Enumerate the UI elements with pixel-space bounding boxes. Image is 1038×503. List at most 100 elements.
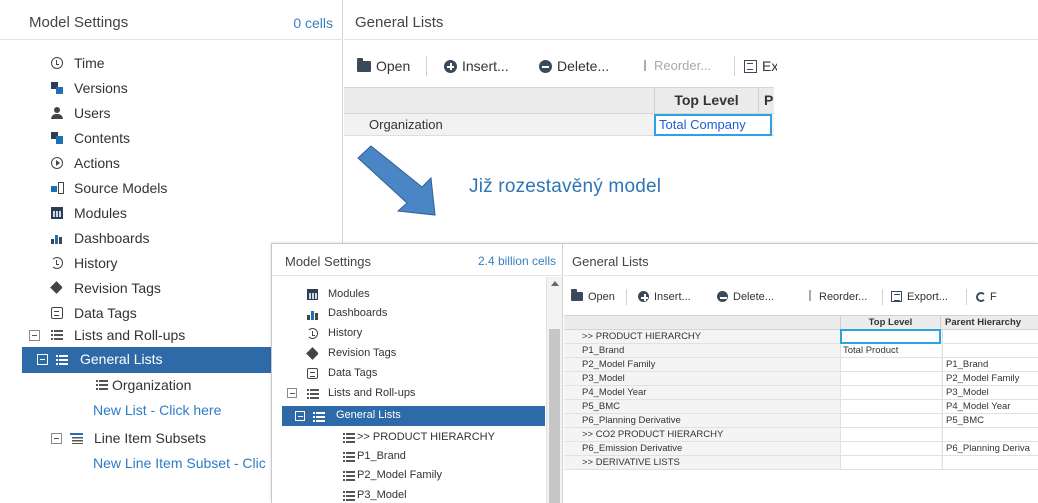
sidebar-item-label: P2_Model Family xyxy=(357,469,442,481)
sidebar-item-dashboards[interactable]: Dashboards xyxy=(272,303,545,323)
new-list-link[interactable]: New List - Click here xyxy=(0,398,270,423)
dashboards-icon xyxy=(51,232,63,244)
insert-button[interactable]: Insert... xyxy=(638,289,691,305)
sidebar-item-lists-and-rollups[interactable]: Lists and Roll-ups xyxy=(0,323,270,348)
row-label: >> CO2 PRODUCT HIERARCHY xyxy=(582,429,724,440)
sidebar-item-lists-and-rollups[interactable]: Lists and Roll-ups xyxy=(272,383,545,403)
top-level-cell[interactable] xyxy=(840,442,941,455)
collapse-icon[interactable] xyxy=(287,388,297,398)
row-label: P3_Model xyxy=(582,373,625,384)
sidebar-item-modules[interactable]: Modules xyxy=(272,284,545,304)
sidebar-scrollbar[interactable] xyxy=(546,277,562,503)
list-toolbar: Open Insert... Delete... Reorder... Ex xyxy=(357,56,777,78)
insert-button[interactable]: Insert... xyxy=(444,56,509,76)
table-row[interactable]: >> DERIVATIVE LISTS xyxy=(564,456,1038,470)
table-row[interactable]: P1_Brand Total Product xyxy=(564,344,1038,358)
sidebar-item-revision-tags[interactable]: Revision Tags xyxy=(272,343,545,363)
top-level-cell[interactable] xyxy=(840,358,941,371)
parent-hierarchy-cell[interactable]: P2_Model Family xyxy=(942,372,1038,385)
refresh-button[interactable]: F xyxy=(976,289,997,305)
sidebar-item-data-tags[interactable]: Data Tags xyxy=(272,363,545,383)
reorder-icon xyxy=(806,289,814,302)
sidebar-item-history[interactable]: History xyxy=(272,323,545,343)
sidebar-item-label: Source Models xyxy=(74,180,168,196)
top-level-cell[interactable] xyxy=(840,456,941,469)
parent-hierarchy-cell[interactable]: P1_Brand xyxy=(942,358,1038,371)
top-level-cell[interactable] xyxy=(840,428,941,441)
sidebar-item-label: Dashboards xyxy=(74,230,150,246)
sidebar-item-general-lists[interactable]: General Lists xyxy=(282,406,545,426)
top-level-cell[interactable] xyxy=(840,400,941,413)
toolbar-divider xyxy=(882,289,883,305)
sidebar-item-versions[interactable]: Versions xyxy=(0,76,343,101)
reorder-button[interactable]: Reorder... xyxy=(806,289,867,305)
refresh-label: F xyxy=(990,291,997,303)
new-line-item-subset-label: New Line Item Subset - Clic xyxy=(93,455,266,471)
top-level-cell[interactable]: Total Product xyxy=(840,344,941,357)
reorder-label: Reorder... xyxy=(654,58,712,73)
sidebar-item-p1-brand[interactable]: P1_Brand xyxy=(272,446,545,466)
table-row[interactable]: P4_Model Year P3_Model xyxy=(564,386,1038,400)
table-row[interactable]: P6_Emission Derivative P6_Planning Deriva xyxy=(564,442,1038,456)
user-icon xyxy=(51,107,63,119)
sidebar-item-contents[interactable]: Contents xyxy=(0,126,343,151)
table-row[interactable]: P5_BMC P4_Model Year xyxy=(564,400,1038,414)
top-level-cell[interactable] xyxy=(840,329,941,344)
history-icon xyxy=(51,257,63,269)
new-line-item-subset-link[interactable]: New Line Item Subset - Clic xyxy=(0,451,270,476)
export-button[interactable]: Export... xyxy=(891,289,948,305)
sidebar-item-users[interactable]: Users xyxy=(0,101,343,126)
sidebar-item-time[interactable]: Time xyxy=(0,51,343,76)
sidebar-item-history[interactable]: History xyxy=(0,251,270,276)
collapse-icon[interactable] xyxy=(37,354,48,365)
open-button[interactable]: Open xyxy=(357,56,410,76)
open-button[interactable]: Open xyxy=(571,289,615,305)
export-icon xyxy=(891,291,902,302)
parent-hierarchy-cell[interactable] xyxy=(942,344,1038,357)
table-row[interactable]: >> CO2 PRODUCT HIERARCHY xyxy=(564,428,1038,442)
parent-hierarchy-cell[interactable]: P5_BMC xyxy=(942,414,1038,427)
sidebar-item-line-item-subsets[interactable]: Line Item Subsets xyxy=(0,426,270,451)
table-row[interactable]: >> PRODUCT HIERARCHY xyxy=(564,329,1038,344)
collapse-icon[interactable] xyxy=(51,433,62,444)
callout-text: Již rozestavěný model xyxy=(469,176,662,197)
table-row[interactable]: P6_Planning Derivative P5_BMC xyxy=(564,414,1038,428)
sidebar-item-p2-model-family[interactable]: P2_Model Family xyxy=(272,465,545,485)
sidebar-title: Model Settings xyxy=(29,14,129,31)
sidebar-item-source-models[interactable]: Source Models xyxy=(0,176,343,201)
parent-hierarchy-cell[interactable] xyxy=(942,456,1038,469)
sidebar-item-actions[interactable]: Actions xyxy=(0,151,343,176)
parent-hierarchy-cell[interactable]: P3_Model xyxy=(942,386,1038,399)
export-label: Export... xyxy=(907,291,948,303)
export-button[interactable]: Ex xyxy=(744,56,777,76)
table-row[interactable]: P2_Model Family P1_Brand xyxy=(564,358,1038,372)
delete-button[interactable]: Delete... xyxy=(539,56,609,76)
scroll-up-icon[interactable] xyxy=(551,281,559,286)
page-title: General Lists xyxy=(355,14,444,31)
table-row[interactable]: P3_Model P2_Model Family xyxy=(564,372,1038,386)
parent-hierarchy-cell[interactable]: P4_Model Year xyxy=(942,400,1038,413)
collapse-icon[interactable] xyxy=(29,330,40,341)
collapse-icon[interactable] xyxy=(295,411,305,421)
parent-hierarchy-cell[interactable] xyxy=(942,428,1038,441)
sidebar-item-organization[interactable]: Organization xyxy=(0,373,270,398)
sidebar-item-dashboards[interactable]: Dashboards xyxy=(0,226,270,251)
delete-button[interactable]: Delete... xyxy=(717,289,774,305)
sidebar-item-product-hierarchy[interactable]: >> PRODUCT HIERARCHY xyxy=(272,427,545,447)
top-level-cell[interactable]: Total Company xyxy=(654,114,772,136)
tag-icon xyxy=(307,348,318,359)
list-icon xyxy=(343,451,355,462)
row-label: P1_Brand xyxy=(582,345,625,356)
sidebar-item-label: Line Item Subsets xyxy=(94,430,207,446)
sidebar-item-revision-tags[interactable]: Revision Tags xyxy=(0,276,270,301)
sidebar-item-modules[interactable]: Modules xyxy=(0,201,343,226)
top-level-cell[interactable] xyxy=(840,414,941,427)
reorder-button[interactable]: Reorder... xyxy=(641,56,711,76)
top-level-cell[interactable] xyxy=(840,386,941,399)
parent-hierarchy-cell[interactable] xyxy=(942,330,1038,343)
sidebar-item-p3-model[interactable]: P3_Model xyxy=(272,485,545,503)
top-level-cell[interactable] xyxy=(840,372,941,385)
export-icon xyxy=(744,60,757,73)
scrollbar-thumb[interactable] xyxy=(549,329,560,503)
parent-hierarchy-cell[interactable]: P6_Planning Deriva xyxy=(942,442,1038,455)
